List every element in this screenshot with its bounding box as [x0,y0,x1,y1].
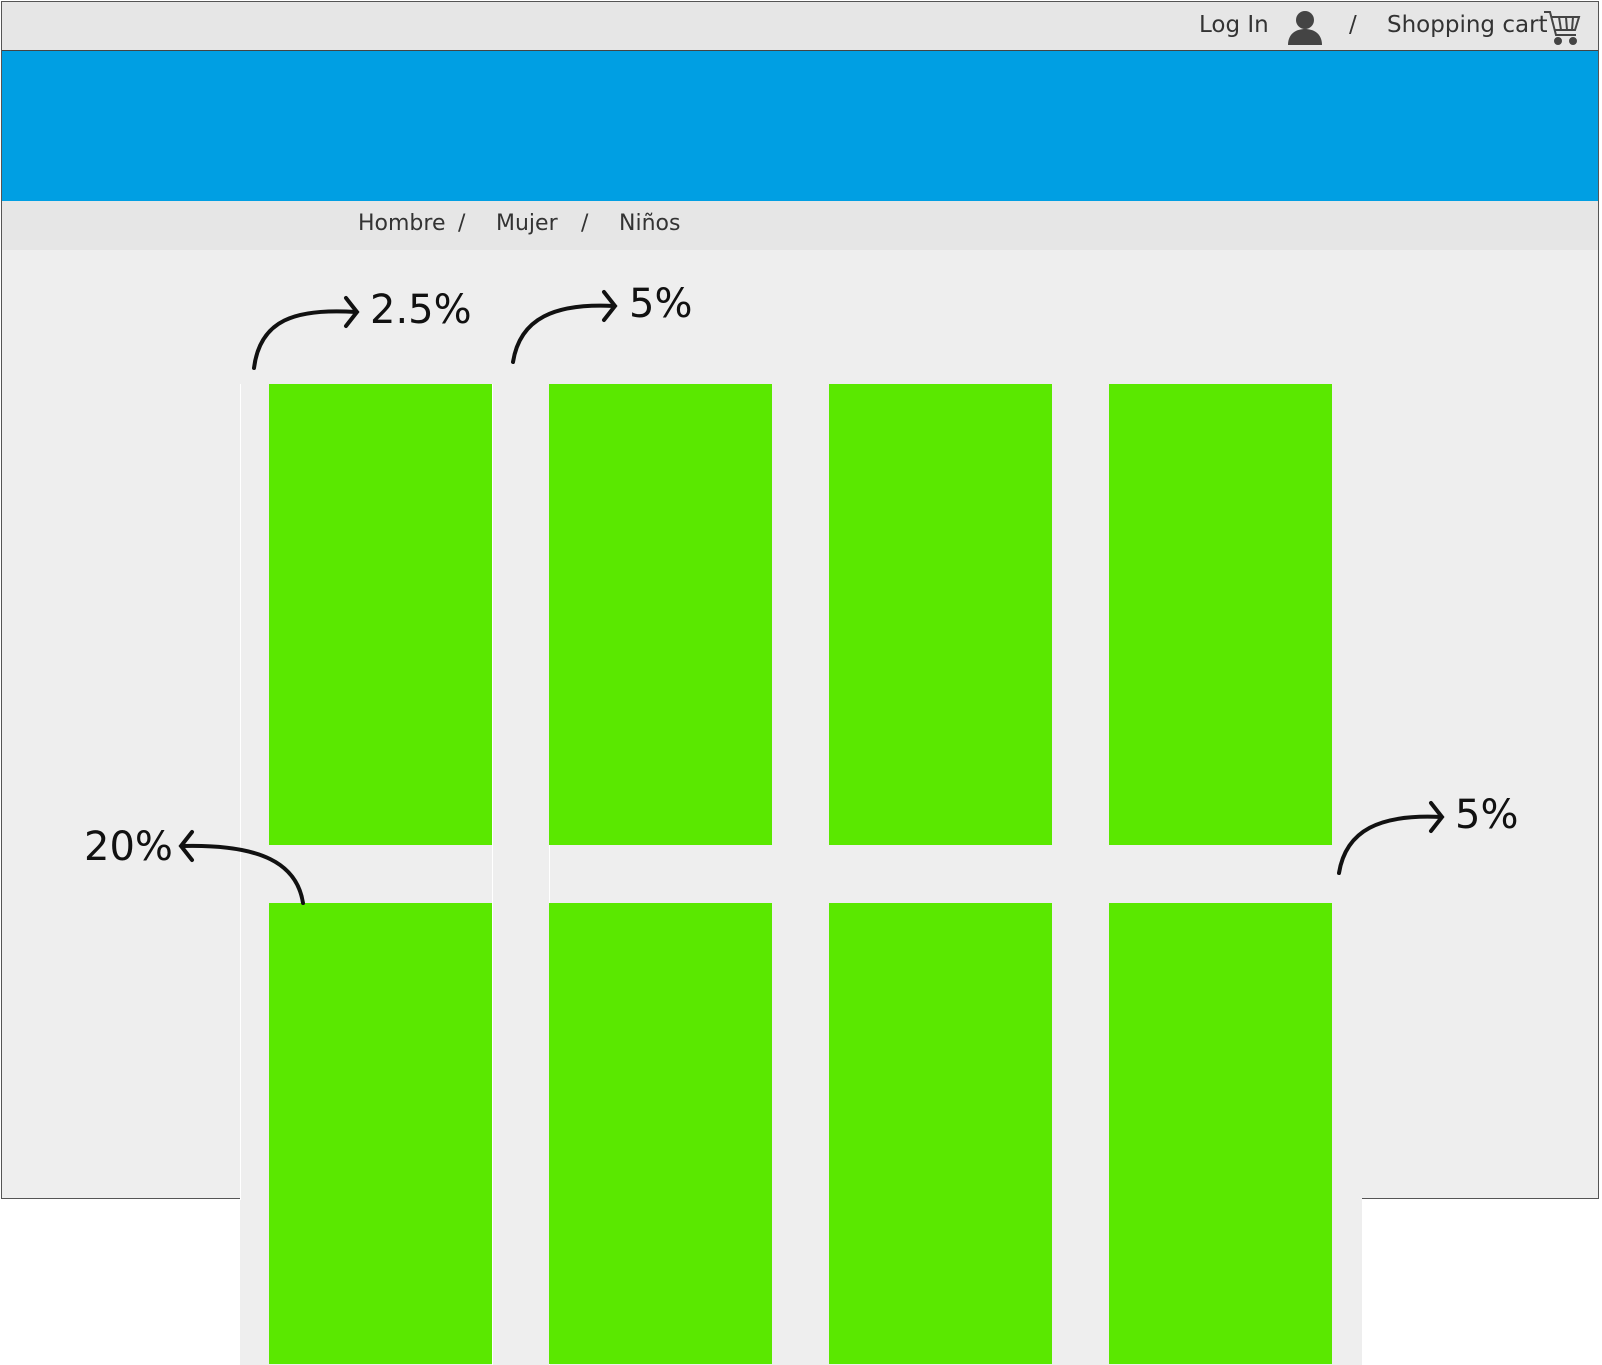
annotation-row-offset: 20% [84,824,173,870]
product-tile[interactable] [269,903,492,1364]
nav-separator: / [458,211,466,236]
product-tile[interactable] [549,384,772,845]
annotation-left-margin: 2.5% [370,287,472,333]
login-link[interactable]: Log In [1199,12,1269,38]
user-icon[interactable] [1285,7,1325,47]
nav-item-ninos[interactable]: Niños [619,211,680,236]
product-tile[interactable] [549,903,772,1364]
product-tile[interactable] [1109,903,1332,1364]
product-tile[interactable] [829,903,1052,1364]
product-tile[interactable] [1109,384,1332,845]
product-tile[interactable] [829,384,1052,845]
topbar-separator: / [1349,12,1357,38]
top-bar: Log In / Shopping cart [2,2,1598,51]
product-tile[interactable] [269,384,492,845]
grid-guide-line [492,384,493,1365]
annotation-right-margin: 5% [1455,792,1519,838]
nav-item-hombre[interactable]: Hombre [358,211,446,236]
category-nav: Hombre / Mujer / Niños [2,201,1598,250]
grid-guide-line [240,384,241,1200]
nav-separator: / [581,211,589,236]
cart-icon[interactable] [1542,7,1582,47]
nav-item-mujer[interactable]: Mujer [496,211,558,236]
shopping-cart-link[interactable]: Shopping cart [1387,12,1548,38]
hero-banner [2,51,1598,201]
annotation-gutter: 5% [629,281,693,327]
